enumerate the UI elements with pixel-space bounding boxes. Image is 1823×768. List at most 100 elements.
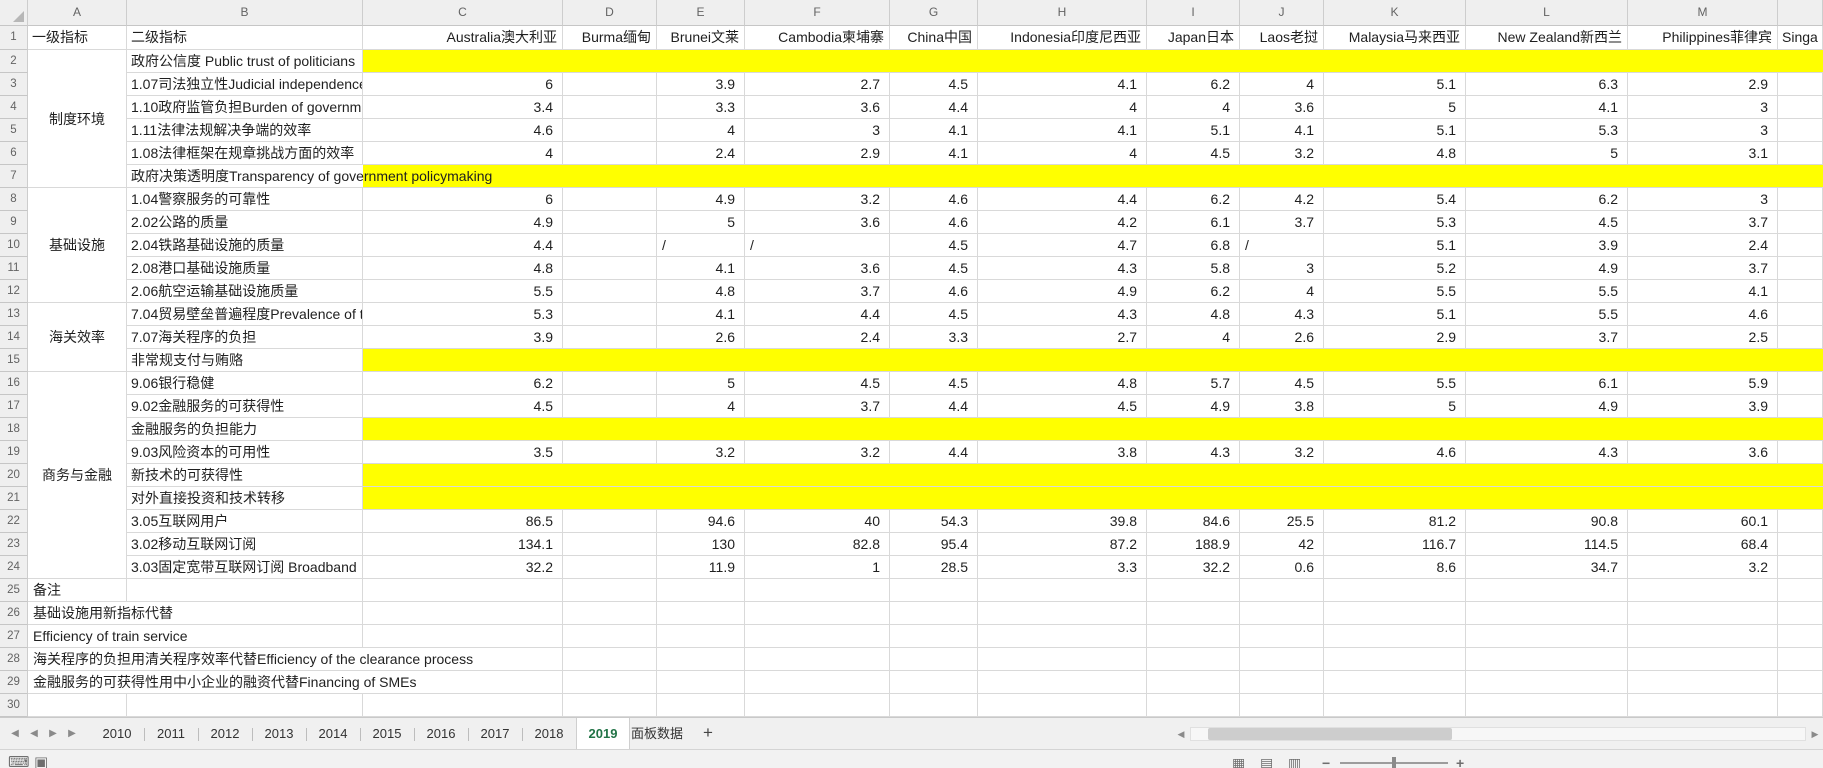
cell-h8[interactable]: 4.4 — [978, 188, 1147, 211]
cell-j5[interactable]: 4.1 — [1240, 119, 1324, 142]
cell-d17[interactable] — [563, 395, 657, 418]
cell-n26[interactable] — [1778, 602, 1823, 625]
column-header-J[interactable]: J — [1240, 0, 1324, 26]
cell-f16[interactable]: 4.5 — [745, 372, 890, 395]
cell-f28[interactable] — [745, 648, 890, 671]
cell-l26[interactable] — [1466, 602, 1628, 625]
cell-l24[interactable]: 34.7 — [1466, 556, 1628, 579]
cell-h17[interactable]: 4.5 — [978, 395, 1147, 418]
cell-l30[interactable] — [1466, 694, 1628, 717]
cell-m9[interactable]: 3.7 — [1628, 211, 1778, 234]
cell-i11[interactable]: 5.8 — [1147, 257, 1240, 280]
cell-d14[interactable] — [563, 326, 657, 349]
cell-m19[interactable]: 3.6 — [1628, 441, 1778, 464]
cell-d22[interactable] — [563, 510, 657, 533]
cell-k4[interactable]: 5 — [1324, 96, 1466, 119]
cell-e19[interactable]: 3.2 — [657, 441, 745, 464]
cell-m26[interactable] — [1628, 602, 1778, 625]
cell-c14[interactable]: 3.9 — [363, 326, 563, 349]
cell-c11[interactable]: 4.8 — [363, 257, 563, 280]
last-sheet-icon[interactable]: ▶ — [63, 718, 81, 750]
cell-k5[interactable]: 5.1 — [1324, 119, 1466, 142]
cell-j28[interactable] — [1240, 648, 1324, 671]
cell-b16[interactable]: 9.06银行稳健 — [127, 372, 363, 395]
add-sheet-button[interactable]: + — [696, 718, 720, 750]
page-break-view-icon[interactable]: ▥ — [1288, 754, 1301, 768]
cell-c22[interactable]: 86.5 — [363, 510, 563, 533]
cell-f6[interactable]: 2.9 — [745, 142, 890, 165]
cell-n14[interactable] — [1778, 326, 1823, 349]
cell-l14[interactable]: 3.7 — [1466, 326, 1628, 349]
normal-view-icon[interactable]: ▦ — [1232, 754, 1245, 768]
cell-i30[interactable] — [1147, 694, 1240, 717]
cell-m28[interactable] — [1628, 648, 1778, 671]
cell-j26[interactable] — [1240, 602, 1324, 625]
cell-l19[interactable]: 4.3 — [1466, 441, 1628, 464]
cell-g6[interactable]: 4.1 — [890, 142, 978, 165]
cell-e13[interactable]: 4.1 — [657, 303, 745, 326]
cell-f14[interactable]: 2.4 — [745, 326, 890, 349]
cell-d11[interactable] — [563, 257, 657, 280]
cell-j10[interactable]: / — [1240, 234, 1324, 257]
cell-g27[interactable] — [890, 625, 978, 648]
cell-f5[interactable]: 3 — [745, 119, 890, 142]
country-header-J[interactable]: Laos老挝 — [1240, 26, 1324, 50]
cell-h10[interactable]: 4.7 — [978, 234, 1147, 257]
cell-m13[interactable]: 4.6 — [1628, 303, 1778, 326]
cell-c10[interactable]: 4.4 — [363, 234, 563, 257]
cell-b21[interactable]: 对外直接投资和技术转移 — [127, 487, 363, 510]
cell-j16[interactable]: 4.5 — [1240, 372, 1324, 395]
cell-h11[interactable]: 4.3 — [978, 257, 1147, 280]
next-sheet-icon[interactable]: ▶ — [44, 718, 62, 750]
cell-l9[interactable]: 4.5 — [1466, 211, 1628, 234]
cell-k16[interactable]: 5.5 — [1324, 372, 1466, 395]
cell-l13[interactable]: 5.5 — [1466, 303, 1628, 326]
country-header-N[interactable]: Singa — [1778, 26, 1823, 50]
cell-i16[interactable]: 5.7 — [1147, 372, 1240, 395]
row-header-8[interactable]: 8 — [0, 188, 28, 211]
cell-f25[interactable] — [745, 579, 890, 602]
row-header-15[interactable]: 15 — [0, 349, 28, 372]
highlight-row-18[interactable] — [363, 418, 1823, 441]
cell-f27[interactable] — [745, 625, 890, 648]
cell-k12[interactable]: 5.5 — [1324, 280, 1466, 303]
cell-g25[interactable] — [890, 579, 978, 602]
zoom-slider-handle[interactable] — [1392, 757, 1396, 768]
cell-j25[interactable] — [1240, 579, 1324, 602]
cell-e11[interactable]: 4.1 — [657, 257, 745, 280]
country-header-E[interactable]: Brunei文莱 — [657, 26, 745, 50]
cell-c9[interactable]: 4.9 — [363, 211, 563, 234]
sheet-tab-2016[interactable]: 2016 — [414, 718, 468, 750]
cell-b13[interactable]: 7.04贸易壁垒普遍程度Prevalence of t — [127, 303, 363, 326]
country-header-I[interactable]: Japan日本 — [1147, 26, 1240, 50]
cell-k9[interactable]: 5.3 — [1324, 211, 1466, 234]
highlight-row-15[interactable] — [363, 349, 1823, 372]
cell-l4[interactable]: 4.1 — [1466, 96, 1628, 119]
cell-k11[interactable]: 5.2 — [1324, 257, 1466, 280]
cell-b1[interactable]: 二级指标 — [127, 26, 363, 50]
cell-m4[interactable]: 3 — [1628, 96, 1778, 119]
cell-f11[interactable]: 3.6 — [745, 257, 890, 280]
cell-h22[interactable]: 39.8 — [978, 510, 1147, 533]
cell-b18[interactable]: 金融服务的负担能力 — [127, 418, 363, 441]
cell-d26[interactable] — [563, 602, 657, 625]
cell-i24[interactable]: 32.2 — [1147, 556, 1240, 579]
cell-j14[interactable]: 2.6 — [1240, 326, 1324, 349]
cell-f17[interactable]: 3.7 — [745, 395, 890, 418]
cell-i28[interactable] — [1147, 648, 1240, 671]
cell-d8[interactable] — [563, 188, 657, 211]
cell-f12[interactable]: 3.7 — [745, 280, 890, 303]
sheet-tab-2010[interactable]: 2010 — [90, 718, 144, 750]
sheet-tab-2013[interactable]: 2013 — [252, 718, 306, 750]
cell-g4[interactable]: 4.4 — [890, 96, 978, 119]
cell-l28[interactable] — [1466, 648, 1628, 671]
cell-e3[interactable]: 3.9 — [657, 73, 745, 96]
cell-f26[interactable] — [745, 602, 890, 625]
cell-l25[interactable] — [1466, 579, 1628, 602]
cell-i3[interactable]: 6.2 — [1147, 73, 1240, 96]
cell-n30[interactable] — [1778, 694, 1823, 717]
cell-d5[interactable] — [563, 119, 657, 142]
cell-h29[interactable] — [978, 671, 1147, 694]
cell-d6[interactable] — [563, 142, 657, 165]
cell-h26[interactable] — [978, 602, 1147, 625]
